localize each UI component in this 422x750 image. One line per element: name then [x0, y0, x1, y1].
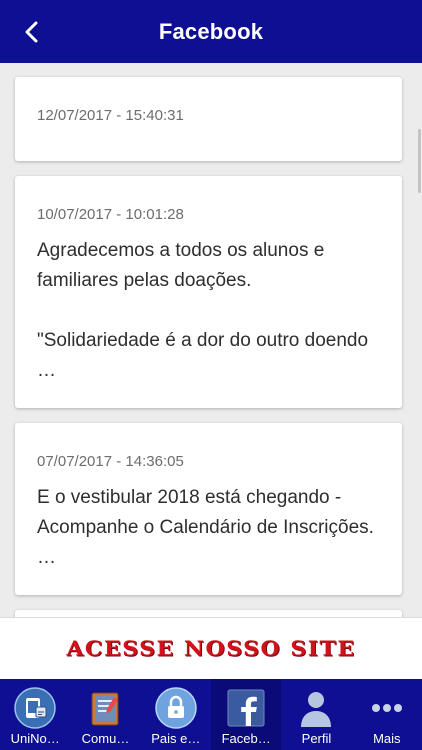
banner-text: ACESSE NOSSO SITE: [66, 636, 356, 661]
page-title: Facebook: [158, 18, 264, 44]
post-card[interactable]: 07/07/2017 - 14:36:05 E o vestibular 201…: [15, 423, 402, 595]
post-date: 10/07/2017 - 10:01:28: [37, 206, 184, 223]
header-bar: Facebook: [0, 0, 422, 63]
more-dots-icon: [371, 704, 402, 712]
uninorte-app-icon: [14, 687, 56, 729]
lock-icon: [155, 687, 197, 729]
post-card[interactable]: 10/07/2017 - 10:01:28 Agradecemos a todo…: [15, 176, 402, 408]
post-card[interactable]: 12/07/2017 - 15:40:31: [15, 77, 402, 161]
post-text: Agradecemos a todos os alunos e familiar…: [37, 240, 369, 381]
post-card[interactable]: [15, 610, 402, 617]
tab-facebook[interactable]: Faceb…: [210, 679, 282, 750]
post-date: 12/07/2017 - 15:40:31: [37, 107, 184, 124]
site-banner[interactable]: ACESSE NOSSO SITE: [0, 617, 422, 679]
comunicados-book-icon: [91, 692, 119, 726]
post-feed[interactable]: 12/07/2017 - 15:40:31 10/07/2017 - 10:01…: [0, 63, 422, 617]
tab-label: Pais e…: [151, 731, 201, 746]
scrollbar[interactable]: [418, 129, 421, 193]
tab-uninorte[interactable]: UniNo…: [0, 679, 70, 750]
tab-label: UniNo…: [10, 731, 60, 746]
tab-comunicados[interactable]: Comu…: [70, 679, 140, 750]
post-text: E o vestibular 2018 está chegando - Acom…: [37, 487, 374, 568]
person-icon: [301, 692, 332, 727]
post-date: 07/07/2017 - 14:36:05: [37, 453, 184, 470]
tab-bar: UniNo… Comu… Pais e… Faceb… Perfil Mais: [0, 679, 422, 750]
tab-pais[interactable]: Pais e…: [141, 679, 211, 750]
tab-label: Mais: [373, 731, 401, 746]
facebook-icon: [227, 689, 265, 727]
tab-perfil[interactable]: Perfil: [281, 679, 351, 750]
tab-label: Comu…: [81, 731, 130, 746]
tab-label: Faceb…: [221, 731, 271, 746]
back-button[interactable]: [14, 14, 50, 50]
tab-mais[interactable]: Mais: [352, 679, 422, 750]
chevron-left-icon: [25, 21, 38, 43]
tab-label: Perfil: [301, 731, 332, 746]
